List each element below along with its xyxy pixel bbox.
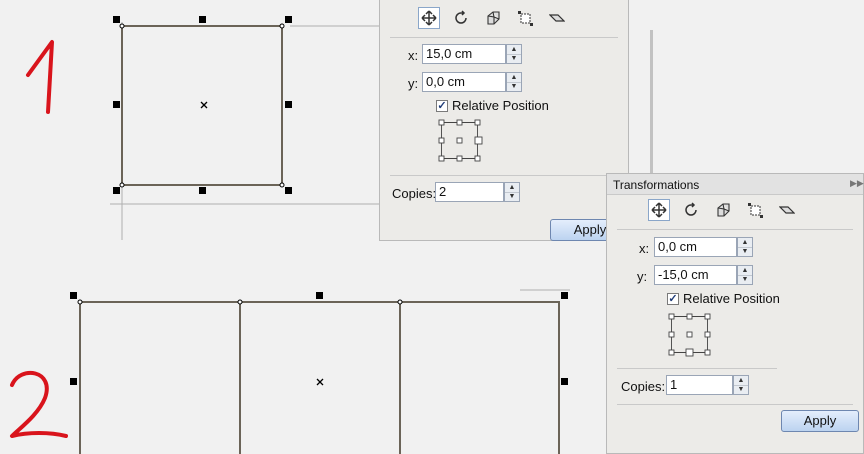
selection-handle[interactable] xyxy=(561,378,568,385)
expand-icon[interactable]: ▶▶ xyxy=(850,178,864,189)
skew-icon[interactable] xyxy=(546,7,568,29)
selection-handle[interactable] xyxy=(285,187,292,194)
x-input[interactable]: 0,0 cm xyxy=(654,237,737,257)
node xyxy=(279,182,285,188)
rotate-icon[interactable] xyxy=(450,7,472,29)
size-icon[interactable] xyxy=(744,199,766,221)
center-mark-1 xyxy=(200,101,208,109)
position-icon[interactable] xyxy=(648,199,670,221)
copies-label: Copies: xyxy=(621,379,666,394)
y-spinner[interactable]: ▲ ▼ xyxy=(737,265,753,285)
x-label: x: xyxy=(408,48,419,63)
panel-title: Transformations xyxy=(613,178,700,192)
transformations-panel-2: Transformations ▶▶ x: 0,0 cm ▲ ▼ y: -15,0… xyxy=(606,173,864,454)
divider xyxy=(617,368,777,369)
node xyxy=(119,23,125,29)
relative-position-label: Relative Position xyxy=(683,291,780,306)
divider xyxy=(390,37,618,38)
selection-handle[interactable] xyxy=(285,16,292,23)
selection-handle[interactable] xyxy=(316,292,323,299)
x-spinner[interactable]: ▲ ▼ xyxy=(737,237,753,257)
copies-input[interactable]: 1 xyxy=(666,375,733,395)
relative-position-checkbox[interactable]: ✓ xyxy=(667,293,679,305)
selection-handle[interactable] xyxy=(113,16,120,23)
selection-handle[interactable] xyxy=(285,101,292,108)
x-input[interactable]: 15,0 cm xyxy=(422,44,506,64)
anchor-grid[interactable] xyxy=(438,119,498,165)
y-label: y: xyxy=(408,76,419,91)
y-input[interactable]: 0,0 cm xyxy=(422,72,506,92)
selection-handle[interactable] xyxy=(199,187,206,194)
skew-icon[interactable] xyxy=(776,199,798,221)
node xyxy=(237,299,243,305)
x-spinner[interactable]: ▲ ▼ xyxy=(506,44,522,64)
y-label: y: xyxy=(637,269,648,284)
scale-icon[interactable] xyxy=(482,7,504,29)
transform-toolbar xyxy=(648,199,798,221)
node xyxy=(397,299,403,305)
divider xyxy=(390,175,618,176)
copies-input[interactable]: 2 xyxy=(435,182,504,202)
annotation-step-1 xyxy=(26,40,54,114)
x-label: x: xyxy=(639,241,650,256)
relative-position-checkbox[interactable]: ✓ xyxy=(436,100,448,112)
selection-handle[interactable] xyxy=(70,292,77,299)
selection-handle[interactable] xyxy=(113,187,120,194)
position-icon[interactable] xyxy=(418,7,440,29)
copies-label: Copies: xyxy=(392,186,437,201)
selection-handle[interactable] xyxy=(561,292,568,299)
selection-handle[interactable] xyxy=(113,101,120,108)
selection-handle[interactable] xyxy=(199,16,206,23)
annotation-step-2 xyxy=(10,370,68,438)
apply-button[interactable]: Apply xyxy=(781,410,859,432)
y-spinner[interactable]: ▲ ▼ xyxy=(506,72,522,92)
transformations-panel-1: x: 15,0 cm ▲ ▼ y: 0,0 cm ▲ ▼ ✓ Relative Po… xyxy=(379,0,630,241)
divider xyxy=(617,404,853,405)
center-mark-2 xyxy=(316,378,324,386)
copies-spinner[interactable]: ▲ ▼ xyxy=(733,375,749,395)
node xyxy=(279,23,285,29)
divider xyxy=(617,229,853,230)
node xyxy=(77,299,83,305)
transform-toolbar xyxy=(418,7,568,29)
node xyxy=(119,182,125,188)
copies-spinner[interactable]: ▲ ▼ xyxy=(504,182,520,202)
anchor-grid[interactable] xyxy=(668,313,728,359)
rotate-icon[interactable] xyxy=(680,199,702,221)
size-icon[interactable] xyxy=(514,7,536,29)
y-input[interactable]: -15,0 cm xyxy=(654,265,737,285)
selected-rectangle-1 xyxy=(121,25,283,186)
scale-icon[interactable] xyxy=(712,199,734,221)
selection-handle[interactable] xyxy=(70,378,77,385)
relative-position-label: Relative Position xyxy=(452,98,549,113)
